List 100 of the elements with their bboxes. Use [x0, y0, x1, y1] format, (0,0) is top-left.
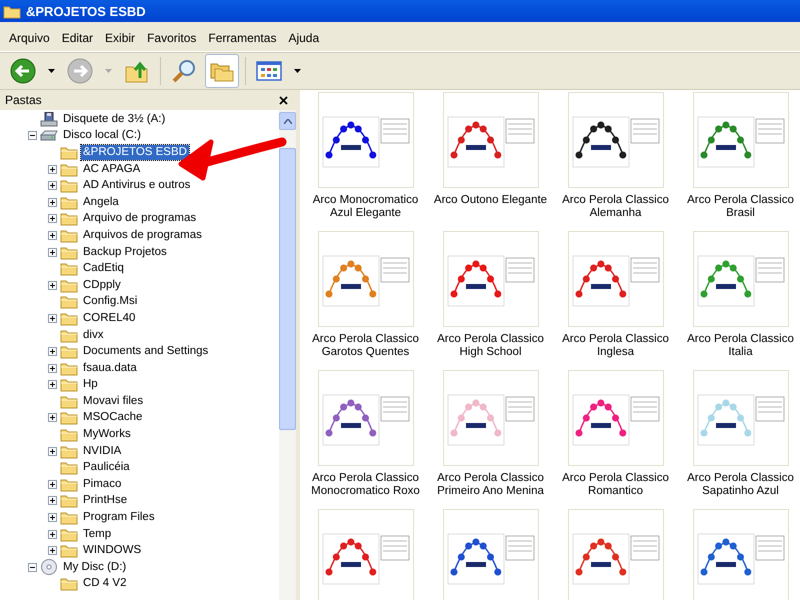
expand-toggle[interactable]: [48, 181, 57, 190]
file-name[interactable]: Arco Perola Classico Garotos Quentes: [304, 333, 426, 359]
folders-button[interactable]: [205, 54, 239, 88]
expand-toggle[interactable]: [48, 214, 57, 224]
close-icon[interactable]: [279, 96, 288, 104]
legend-table-drawing: [505, 396, 534, 422]
folder-tree-item[interactable]: &PROJETOS ESBD: [81, 144, 189, 160]
folder-tree-item[interactable]: Disco local (C:): [61, 128, 143, 144]
document-thumbnail[interactable]: [318, 370, 414, 466]
sheet-border: [572, 116, 629, 168]
legend-table-drawing: [755, 118, 784, 144]
expand-toggle[interactable]: [48, 198, 57, 207]
menu-item[interactable]: Exibir: [99, 31, 142, 45]
document-thumbnail[interactable]: [318, 509, 414, 600]
folder-tree-item[interactable]: CadEtiq: [81, 261, 126, 276]
folder-tree-item[interactable]: Config.Msi: [81, 294, 140, 310]
folder-tree-item[interactable]: Pimaco: [81, 476, 124, 492]
folder-tree-item[interactable]: My Disc (D:): [61, 560, 128, 575]
scroll-up-button[interactable]: [279, 112, 296, 130]
folder-tree-item[interactable]: NVIDIA: [81, 444, 124, 459]
folder-tree-item[interactable]: MSOCache: [81, 410, 144, 426]
document-thumbnail[interactable]: [568, 92, 664, 188]
scroll-thumb[interactable]: [279, 148, 296, 430]
expand-toggle[interactable]: [48, 546, 57, 556]
document-thumbnail[interactable]: [442, 231, 538, 327]
sheet-border: [322, 116, 379, 168]
document-thumbnail[interactable]: [568, 370, 664, 466]
menu-item[interactable]: Ferramentas: [202, 31, 282, 45]
folder-tree-item[interactable]: fsaua.data: [81, 360, 139, 376]
file-name[interactable]: Arco Perola Classico Romantico: [554, 472, 676, 498]
document-thumbnail[interactable]: [568, 231, 664, 327]
folder-tree-item[interactable]: Angela: [81, 194, 121, 210]
menu-item[interactable]: Favoritos: [141, 31, 202, 45]
file-name[interactable]: Arco Perola Classico Alemanha: [554, 194, 676, 220]
file-name[interactable]: Arco Perola Classico Monocromatico Roxo: [304, 472, 426, 498]
caret-icon[interactable]: [294, 69, 301, 73]
folder-tree-item[interactable]: Program Files: [81, 510, 157, 526]
document-thumbnail[interactable]: [442, 509, 538, 600]
expand-toggle[interactable]: [48, 530, 57, 539]
folder-tree-item[interactable]: PrintHse: [81, 493, 130, 508]
folder-tree-item[interactable]: Arquivos de programas: [81, 228, 204, 243]
folder-icon: [60, 144, 78, 160]
sheet-border: [697, 256, 754, 306]
document-thumbnail[interactable]: [692, 370, 788, 466]
folder-tree-item[interactable]: Temp: [81, 526, 114, 542]
expand-toggle[interactable]: [48, 347, 57, 356]
document-thumbnail[interactable]: [568, 509, 664, 600]
folder-tree-item[interactable]: MyWorks: [81, 427, 133, 442]
expand-toggle[interactable]: [48, 364, 57, 373]
expand-toggle[interactable]: [48, 314, 57, 323]
expand-toggle[interactable]: [48, 496, 57, 506]
expand-toggle[interactable]: [48, 446, 57, 456]
document-thumbnail[interactable]: [692, 231, 788, 327]
document-thumbnail[interactable]: [318, 231, 414, 327]
collapse-toggle[interactable]: [28, 131, 37, 140]
collapse-toggle[interactable]: [28, 562, 37, 572]
folder-tree-item[interactable]: Movavi files: [81, 394, 146, 409]
menu-item[interactable]: Ajuda: [282, 31, 326, 45]
folder-tree-item[interactable]: divx: [81, 328, 106, 343]
expand-toggle[interactable]: [48, 513, 57, 522]
expand-toggle[interactable]: [48, 380, 57, 390]
folder-tree-item[interactable]: Paulicéia: [81, 460, 132, 476]
file-name[interactable]: Arco Perola Classico Inglesa: [554, 333, 676, 359]
folder-tree-item[interactable]: Backup Projetos: [81, 244, 169, 260]
scrollbar[interactable]: [279, 110, 296, 600]
folder-tree-item[interactable]: Disquete de 3½ (A:): [61, 112, 168, 127]
caret-icon[interactable]: [48, 69, 55, 73]
file-name[interactable]: Arco Perola Classico High School: [430, 333, 552, 359]
folder-tree-item[interactable]: Documents and Settings: [81, 344, 210, 360]
folder-icon: [60, 211, 78, 226]
folder-tree-item[interactable]: COREL40: [81, 310, 138, 326]
expand-toggle[interactable]: [48, 480, 57, 489]
menu-item[interactable]: Editar: [56, 31, 100, 45]
file-name[interactable]: Arco Monocromatico Azul Elegante: [304, 194, 426, 220]
menu-item[interactable]: Arquivo: [3, 31, 56, 45]
expand-toggle[interactable]: [48, 164, 57, 174]
document-thumbnail[interactable]: [318, 92, 414, 188]
expand-toggle[interactable]: [48, 248, 57, 257]
folder-tree-item[interactable]: WINDOWS: [81, 543, 144, 558]
document-thumbnail[interactable]: [692, 92, 788, 188]
folder-tree-item[interactable]: CD 4 V2: [81, 576, 128, 592]
folder-tree-item[interactable]: Arquivo de programas: [81, 211, 198, 226]
folder-icon: [60, 427, 78, 442]
file-name[interactable]: Arco Perola Classico Brasil: [680, 194, 800, 220]
file-name[interactable]: Arco Outono Elegante: [430, 194, 552, 207]
file-name[interactable]: Arco Perola Classico Italia: [680, 333, 800, 359]
folder-icon: [60, 444, 78, 459]
folder-tree-item[interactable]: AC APAGA: [81, 162, 142, 177]
disc-icon: [40, 559, 58, 576]
file-name[interactable]: Arco Perola Classico Sapatinho Azul: [680, 472, 800, 498]
file-name[interactable]: Arco Perola Classico Primeiro Ano Menina: [430, 472, 552, 498]
document-thumbnail[interactable]: [442, 370, 538, 466]
expand-toggle[interactable]: [48, 230, 57, 240]
expand-toggle[interactable]: [48, 413, 57, 422]
expand-toggle[interactable]: [48, 280, 57, 290]
document-thumbnail[interactable]: [692, 509, 788, 600]
folder-tree-item[interactable]: CDpply: [81, 278, 123, 293]
folder-tree-item[interactable]: AD Antivirus e outros: [81, 178, 192, 194]
document-thumbnail[interactable]: [442, 92, 538, 188]
folder-tree-item[interactable]: Hp: [81, 377, 100, 392]
